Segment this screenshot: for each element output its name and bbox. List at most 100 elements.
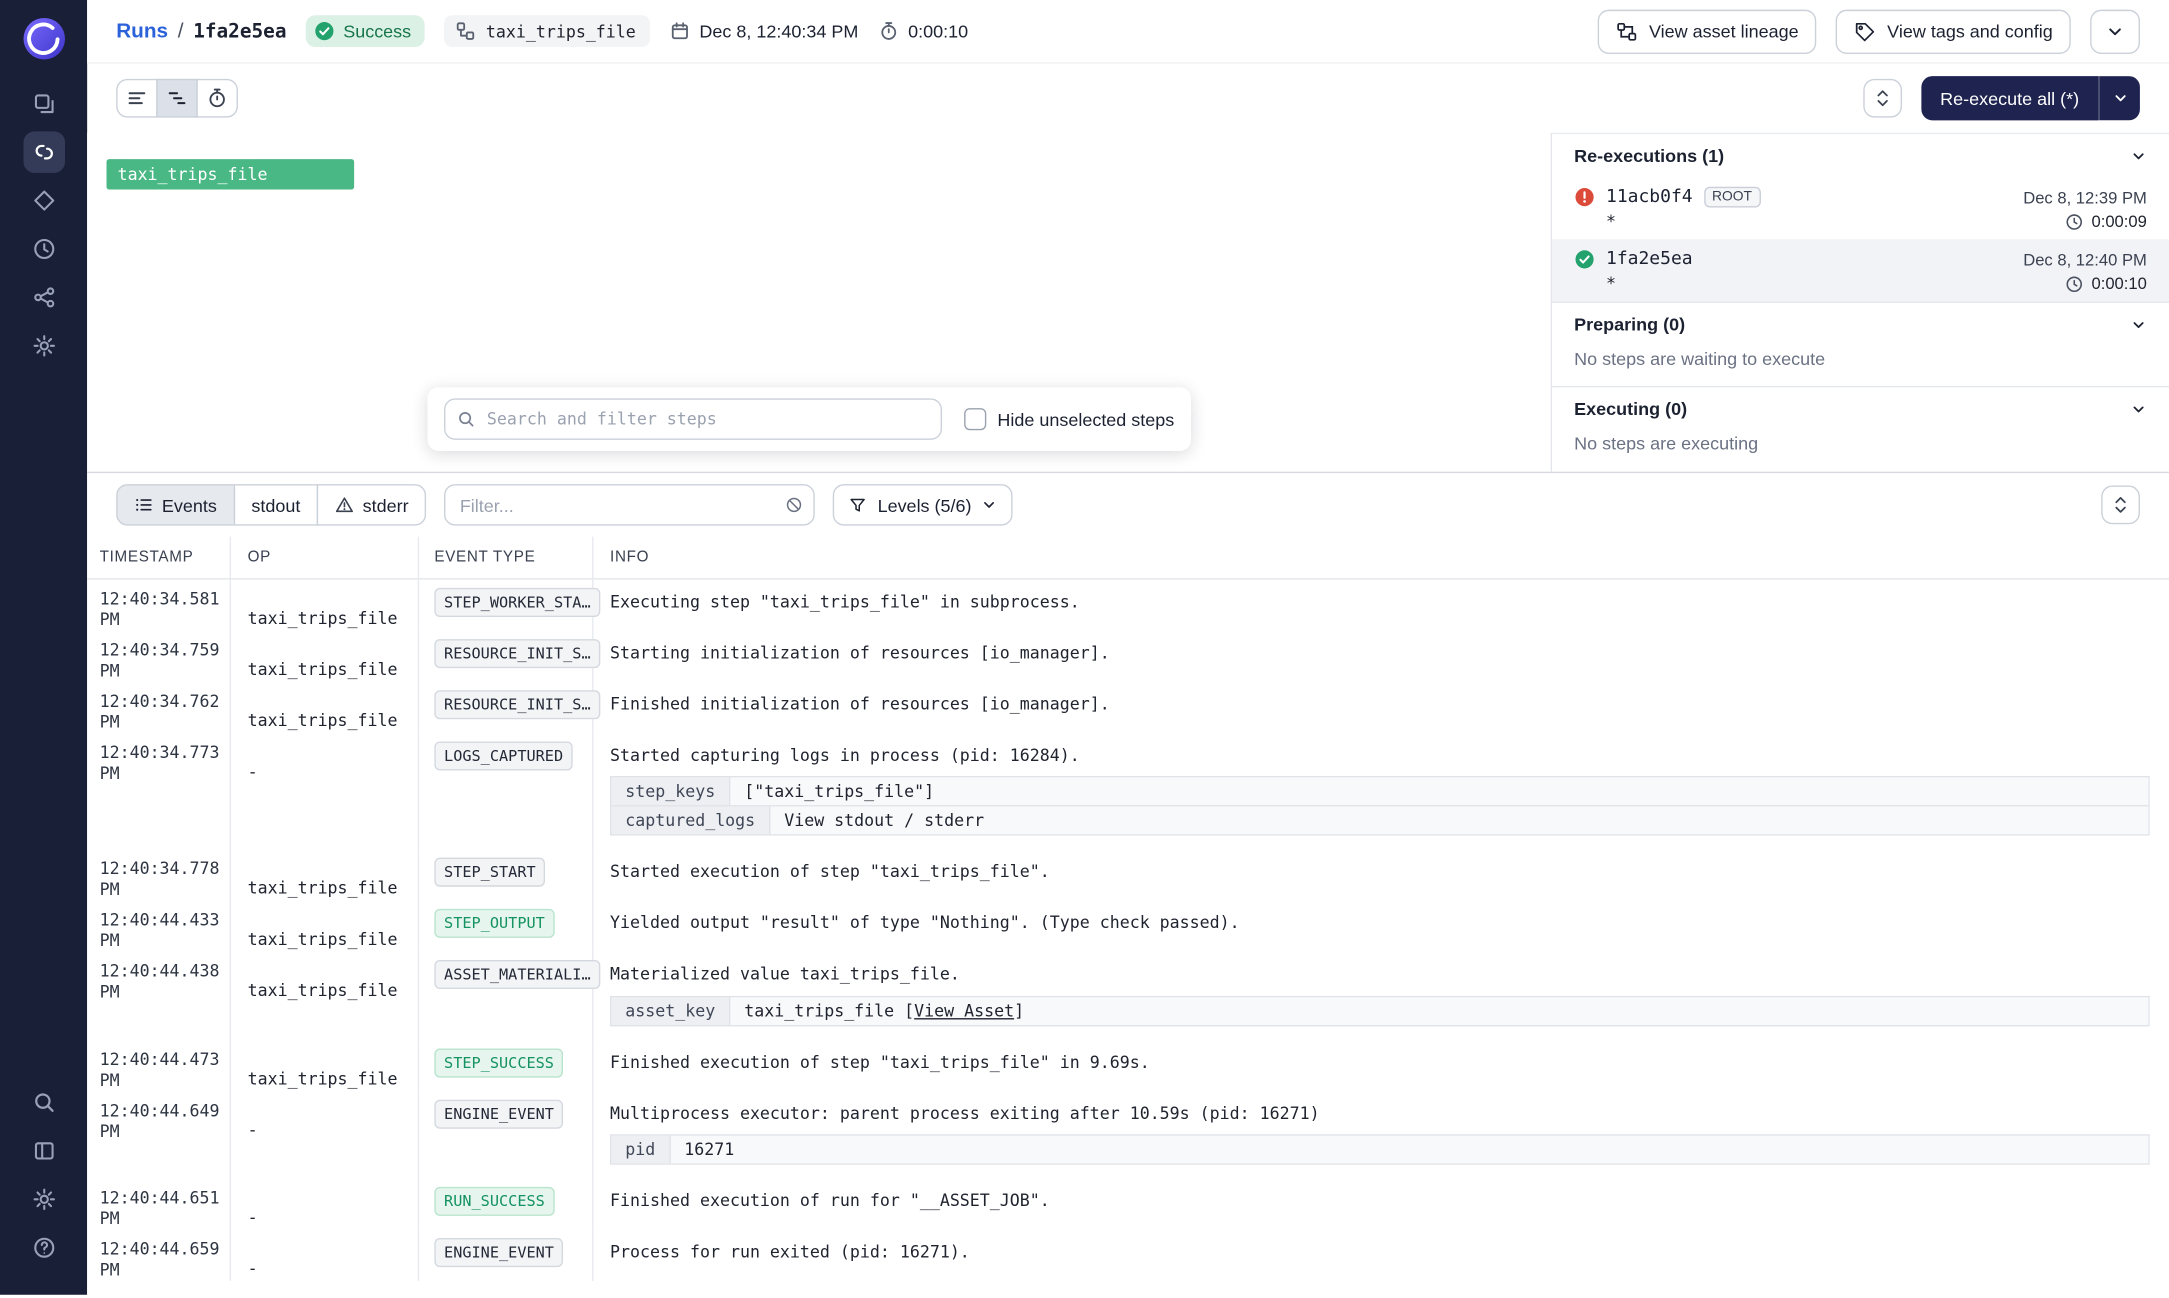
event-log-row[interactable]: 12:40:34.762 PM taxi_trips_file RESOURCE…: [87, 682, 2169, 733]
metadata-value: 16271: [670, 1136, 2148, 1164]
sidebar-item-assets[interactable]: [23, 180, 64, 221]
step-search-input[interactable]: [444, 398, 942, 439]
event-type-badge[interactable]: STEP_SUCCESS: [434, 1048, 563, 1077]
expand-log-button[interactable]: [2101, 486, 2140, 525]
dagster-run-page: Runs / 1fa2e5ea Success taxi_trips_file …: [0, 0, 2169, 1295]
dagster-logo[interactable]: [21, 17, 65, 61]
run-content: taxi_trips_file Hide unselected steps Re…: [87, 133, 2169, 472]
run-step-indicator: *: [1606, 274, 1616, 293]
hide-unselected-checkbox[interactable]: [964, 408, 986, 430]
view-asset-lineage-button[interactable]: View asset lineage: [1598, 9, 1817, 53]
executing-section-header[interactable]: Executing (0): [1552, 386, 2169, 430]
hide-unselected-steps[interactable]: Hide unselected steps: [964, 408, 1174, 430]
event-type-badge[interactable]: STEP_START: [434, 858, 545, 887]
event-log-row[interactable]: 12:40:44.433 PM taxi_trips_file STEP_OUT…: [87, 901, 2169, 952]
event-log-row[interactable]: 12:40:34.581 PM taxi_trips_file STEP_WOR…: [87, 580, 2169, 631]
reexecutions-section-header[interactable]: Re-executions (1): [1552, 134, 2169, 177]
job-tag[interactable]: taxi_trips_file: [444, 15, 649, 47]
assets-icon: [31, 188, 56, 213]
run-header: Runs / 1fa2e5ea Success taxi_trips_file …: [87, 0, 2169, 64]
expand-gantt-button[interactable]: [1863, 79, 1902, 118]
metadata-row: pid 16271: [611, 1136, 2148, 1164]
event-type-cell: STEP_WORKER_STA…: [419, 580, 593, 631]
event-op: taxi_trips_file: [231, 850, 419, 901]
runs-icon: [31, 140, 56, 165]
event-log-row[interactable]: 12:40:44.438 PM taxi_trips_file ASSET_MA…: [87, 952, 2169, 1040]
reexecution-row[interactable]: 11acb0f4ROOTDec 8, 12:39 PM *0:00:09: [1552, 177, 2169, 239]
view-asset-link[interactable]: View Asset: [914, 1001, 1014, 1020]
gantt-waterfall-view-button[interactable]: [156, 79, 197, 118]
event-type-badge[interactable]: STEP_OUTPUT: [434, 909, 554, 938]
executing-empty-text: No steps are executing: [1552, 430, 2169, 470]
preparing-section-header[interactable]: Preparing (0): [1552, 302, 2169, 346]
event-type-badge[interactable]: LOGS_CAPTURED: [434, 741, 572, 770]
run-id[interactable]: 1fa2e5ea: [1606, 249, 1693, 270]
job-tag-label: taxi_trips_file: [486, 21, 636, 40]
event-info: Materialized value taxi_trips_file. asse…: [593, 952, 2169, 1040]
search-icon: [456, 409, 475, 428]
run-start-time-label: Dec 8, 12:40:34 PM: [699, 21, 858, 42]
gantt-chart[interactable]: taxi_trips_file Hide unselected steps: [87, 133, 1551, 472]
event-log-row[interactable]: 12:40:44.659 PM - ENGINE_EVENT Process f…: [87, 1230, 2169, 1281]
overview-icon: [31, 91, 56, 116]
step-search: [444, 398, 942, 439]
sidebar-item-search[interactable]: [23, 1082, 64, 1123]
event-type-badge[interactable]: ENGINE_EVENT: [434, 1099, 563, 1128]
gantt-timing-view-button[interactable]: [196, 79, 237, 118]
header-more-actions-button[interactable]: [2090, 9, 2140, 53]
breadcrumb-separator: /: [178, 19, 184, 43]
breadcrumb-runs-link[interactable]: Runs: [116, 19, 168, 43]
flat-view-icon: [126, 87, 148, 109]
event-log-row[interactable]: 12:40:34.773 PM - LOGS_CAPTURED Started …: [87, 733, 2169, 850]
help-icon: [31, 1235, 56, 1260]
event-type-badge[interactable]: RESOURCE_INIT_S…: [434, 639, 600, 668]
log-toolbar: Events stdout stderr Levels (5/6): [87, 473, 2169, 537]
levels-dropdown[interactable]: Levels (5/6): [833, 484, 1013, 525]
event-type-badge[interactable]: STEP_WORKER_STA…: [434, 588, 600, 617]
tab-stdout[interactable]: stdout: [233, 484, 318, 525]
event-info: Process for run exited (pid: 16271).: [593, 1230, 2169, 1281]
reexecution-row[interactable]: 1fa2e5eaDec 8, 12:40 PM *0:00:10: [1552, 239, 2169, 301]
event-type-cell: RUN_SUCCESS: [419, 1179, 593, 1230]
reexecute-options-button[interactable]: [2098, 76, 2139, 120]
sidebar-item-schedules[interactable]: [23, 228, 64, 269]
reexecute-all-button[interactable]: Re-execute all (*): [1921, 76, 2099, 120]
clear-filter-icon[interactable]: [785, 495, 804, 514]
sidebar-item-integrations[interactable]: [23, 1130, 64, 1171]
tab-stderr[interactable]: stderr: [317, 484, 427, 525]
event-timestamp: 12:40:44.438 PM: [87, 952, 231, 1040]
event-type-badge[interactable]: RUN_SUCCESS: [434, 1187, 554, 1216]
event-type-badge[interactable]: ASSET_MATERIALI…: [434, 961, 600, 990]
event-log-row[interactable]: 12:40:44.649 PM - ENGINE_EVENT Multiproc…: [87, 1091, 2169, 1179]
event-type-cell: RESOURCE_INIT_S…: [419, 682, 593, 733]
event-log-row[interactable]: 12:40:44.473 PM taxi_trips_file STEP_SUC…: [87, 1040, 2169, 1091]
view-tags-config-button[interactable]: View tags and config: [1836, 9, 2071, 53]
event-type-badge[interactable]: ENGINE_EVENT: [434, 1238, 563, 1267]
event-type-badge[interactable]: RESOURCE_INIT_S…: [434, 690, 600, 719]
run-id[interactable]: 11acb0f4: [1606, 187, 1693, 208]
log-filter-input[interactable]: [445, 484, 816, 525]
event-rows: 12:40:34.581 PM taxi_trips_file STEP_WOR…: [87, 580, 2169, 1298]
unfold-icon: [1872, 89, 1891, 108]
sidebar-item-overview[interactable]: [23, 83, 64, 124]
event-type-cell: STEP_OUTPUT: [419, 901, 593, 952]
log-tabs: Events stdout stderr: [116, 484, 426, 525]
sidebar-item-settings[interactable]: [23, 1179, 64, 1220]
gantt-step-bar[interactable]: taxi_trips_file: [107, 159, 355, 189]
sidebar-item-deployment[interactable]: [23, 325, 64, 366]
event-log-row[interactable]: 12:40:34.759 PM taxi_trips_file RESOURCE…: [87, 631, 2169, 682]
duration-clock-icon: [2065, 275, 2083, 293]
tab-events[interactable]: Events: [116, 484, 235, 525]
event-log-row[interactable]: 12:40:34.778 PM taxi_trips_file STEP_STA…: [87, 850, 2169, 901]
breadcrumb-run-id: 1fa2e5ea: [193, 20, 286, 42]
view-stdout-stderr-link[interactable]: View stdout / stderr: [784, 811, 984, 830]
gantt-flat-view-button[interactable]: [116, 79, 157, 118]
sidebar-item-lineage[interactable]: [23, 277, 64, 318]
chevron-down-icon: [2130, 316, 2147, 333]
sidebar-item-help[interactable]: [23, 1227, 64, 1268]
chevron-down-icon: [981, 497, 998, 514]
status-badge: Success: [306, 15, 425, 47]
event-log-row[interactable]: 12:40:44.651 PM - RUN_SUCCESS Finished e…: [87, 1179, 2169, 1230]
sidebar-item-runs[interactable]: [23, 131, 64, 172]
event-log-panel: Events stdout stderr Levels (5/6) TIMEST…: [87, 472, 2169, 1295]
